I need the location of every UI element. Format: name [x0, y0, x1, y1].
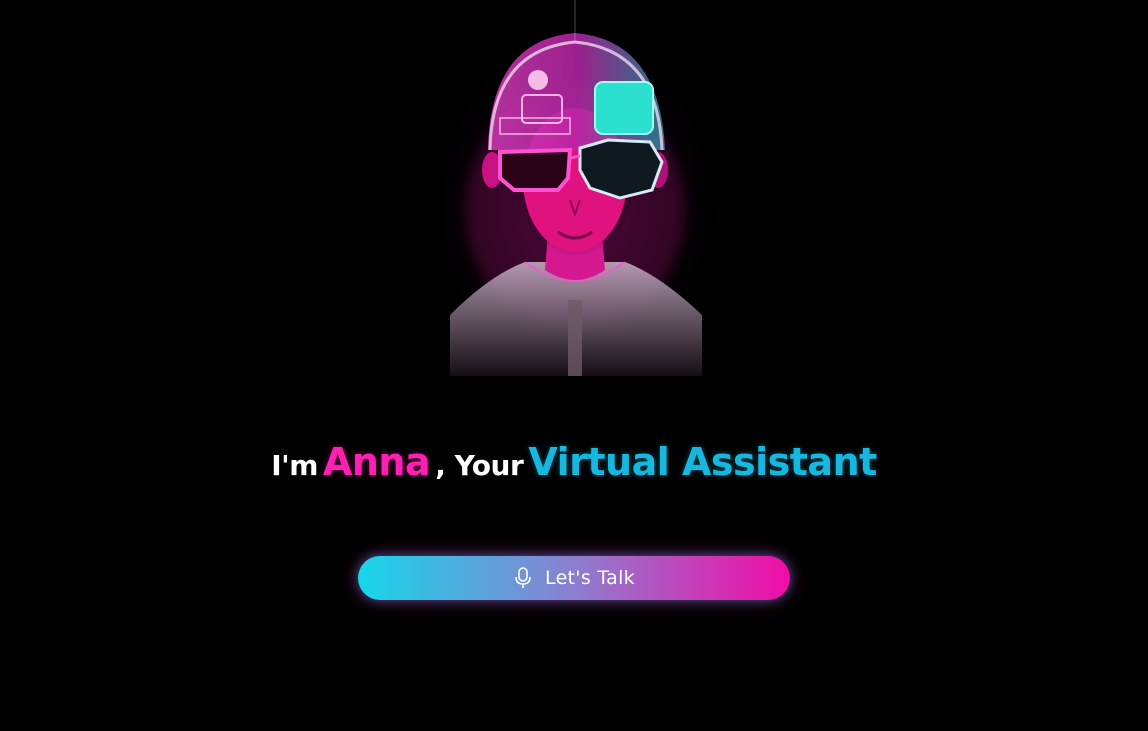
- page: I'm Anna , Your Virtual Assistant Let's …: [0, 0, 1148, 731]
- assistant-name: Anna: [322, 440, 431, 484]
- lets-talk-button[interactable]: Let's Talk: [358, 556, 790, 600]
- headline: I'm Anna , Your Virtual Assistant: [0, 440, 1148, 484]
- intro-prefix: I'm: [271, 449, 318, 482]
- microphone-icon: [513, 567, 533, 589]
- intro-middle: , Your: [435, 449, 524, 482]
- assistant-role: Virtual Assistant: [528, 440, 877, 484]
- assistant-avatar-image: [430, 0, 720, 376]
- lets-talk-label: Let's Talk: [545, 567, 635, 589]
